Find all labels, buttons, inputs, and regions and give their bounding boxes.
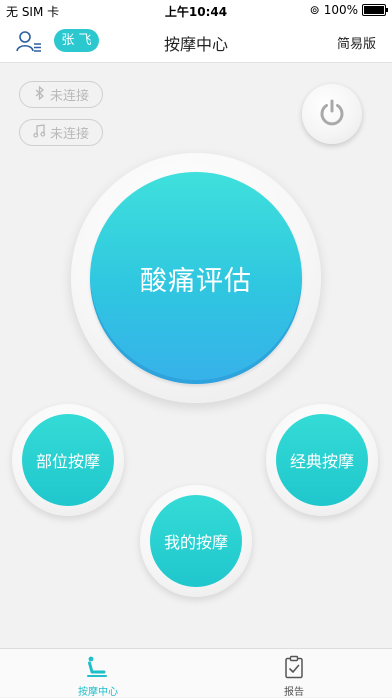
clipboard-check-icon — [282, 655, 306, 679]
music-status-text: 未连接 — [49, 127, 89, 142]
orientation-lock-icon: ⊚ — [309, 3, 320, 17]
tab-massage-center[interactable]: 按摩中心 — [0, 649, 196, 698]
bluetooth-status-pill[interactable]: 未连接 — [19, 81, 103, 108]
tab-bar: 按摩中心 报告 — [0, 648, 392, 698]
power-icon — [318, 98, 346, 130]
tab-report[interactable]: 报告 — [196, 649, 392, 698]
bluetooth-icon — [33, 85, 46, 104]
evaluate-button[interactable]: 酸痛评估 — [90, 172, 302, 384]
classic-massage-button[interactable]: 经典按摩 — [276, 414, 368, 506]
battery-icon — [362, 4, 388, 16]
body-part-massage-button[interactable]: 部位按摩 — [22, 414, 114, 506]
my-massage-button[interactable]: 我的按摩 — [150, 495, 242, 587]
music-status-pill[interactable]: 未连接 — [19, 119, 103, 146]
power-button[interactable] — [302, 84, 362, 144]
status-right: ⊚ 100% — [309, 3, 388, 17]
massage-chair-icon — [86, 655, 110, 679]
simple-mode-button[interactable]: 简易版 — [337, 33, 376, 52]
battery-percent: 100% — [323, 3, 358, 17]
page-title: 按摩中心 — [163, 35, 228, 54]
nav-bar: 张 飞 按摩中心 简易版 — [0, 22, 392, 63]
music-note-icon — [33, 123, 46, 142]
bluetooth-status-text: 未连接 — [49, 89, 89, 104]
status-bar: 无 SIM 卡 上午10:44 ⊚ 100% — [0, 0, 392, 22]
